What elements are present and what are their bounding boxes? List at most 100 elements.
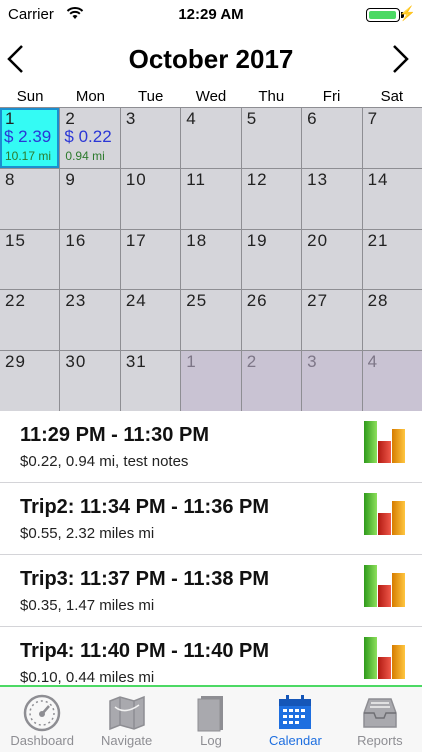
calendar-day[interactable]: 29 bbox=[0, 351, 60, 411]
tab-dashboard[interactable]: Dashboard bbox=[0, 687, 84, 752]
day-number: 1 bbox=[5, 109, 16, 128]
tab-label: Reports bbox=[357, 733, 403, 748]
tab-label: Log bbox=[200, 733, 222, 748]
calendar-day[interactable]: 18 bbox=[181, 229, 241, 290]
calendar-day[interactable]: 27 bbox=[302, 290, 362, 351]
weekday-label: Sat bbox=[380, 88, 404, 105]
calendar-day[interactable]: 15 bbox=[0, 229, 60, 290]
calendar-day[interactable]: 19 bbox=[241, 229, 302, 290]
calendar-day-selected[interactable]: 1 $ 2.39 10.17 mi bbox=[0, 108, 60, 168]
trip-title: Trip2: 11:34 PM - 11:36 PM bbox=[20, 496, 269, 518]
calendar-day[interactable]: 3 bbox=[302, 351, 362, 411]
trip-row[interactable]: Trip2: 11:34 PM - 11:36 PM $0.55, 2.32 mi… bbox=[0, 483, 422, 555]
day-number: 12 bbox=[246, 169, 268, 189]
calendar-day[interactable]: 21 bbox=[362, 229, 422, 290]
day-number: 4 bbox=[186, 109, 197, 128]
day-number: 18 bbox=[186, 230, 208, 250]
dashboard-gauge-icon bbox=[22, 693, 62, 738]
day-number: 9 bbox=[65, 169, 76, 189]
trip-title: 11:29 PM - 11:30 PM bbox=[20, 424, 209, 446]
bar-chart-icon bbox=[362, 563, 408, 609]
calendar-day[interactable]: 11 bbox=[181, 168, 241, 229]
calendar-day[interactable]: 8 bbox=[0, 168, 60, 229]
calendar-day[interactable]: 5 bbox=[241, 108, 302, 168]
weekday-label: Tue bbox=[138, 88, 164, 105]
calendar-day[interactable]: 10 bbox=[120, 168, 181, 229]
day-number: 26 bbox=[246, 291, 268, 311]
day-number: 10 bbox=[125, 169, 147, 189]
day-number: 27 bbox=[307, 291, 329, 311]
calendar-day[interactable]: 20 bbox=[302, 229, 362, 290]
calendar-day[interactable]: 1 bbox=[181, 351, 241, 411]
battery-icon bbox=[366, 8, 404, 22]
calendar-day[interactable]: 6 bbox=[302, 108, 362, 168]
day-number: 29 bbox=[5, 352, 26, 372]
calendar-day[interactable]: 2 $ 0.22 0.94 mi bbox=[60, 108, 120, 168]
calendar-day[interactable]: 4 bbox=[362, 351, 422, 411]
calendar-day[interactable]: 17 bbox=[120, 229, 181, 290]
bar-chart-icon bbox=[362, 491, 408, 537]
trip-details: $0.35, 1.47 miles mi bbox=[20, 597, 155, 614]
calendar-day[interactable]: 3 bbox=[120, 108, 181, 168]
day-number: 15 bbox=[5, 230, 26, 250]
day-number: 30 bbox=[65, 352, 87, 372]
day-number: 6 bbox=[307, 109, 318, 128]
trip-title: Trip4: 11:40 PM - 11:40 PM bbox=[20, 640, 269, 662]
day-number: 11 bbox=[186, 169, 206, 189]
day-number: 13 bbox=[307, 169, 329, 189]
calendar-day[interactable]: 7 bbox=[362, 108, 422, 168]
calendar-day[interactable]: 23 bbox=[60, 290, 120, 351]
day-number: 8 bbox=[5, 169, 16, 189]
calendar-day[interactable]: 31 bbox=[120, 351, 181, 411]
day-number: 20 bbox=[307, 230, 329, 250]
calendar-day[interactable]: 14 bbox=[362, 168, 422, 229]
day-number: 14 bbox=[367, 169, 389, 189]
tab-calendar[interactable]: Calendar bbox=[253, 687, 337, 752]
day-number: 7 bbox=[367, 109, 379, 128]
tab-label: Navigate bbox=[100, 733, 153, 748]
day-miles: 0.94 mi bbox=[65, 149, 105, 163]
chevron-right-icon bbox=[393, 45, 409, 73]
calendar-day[interactable]: 4 bbox=[181, 108, 241, 168]
tab-bar: Dashboard Navigate Log Calendar Reports bbox=[0, 685, 422, 752]
day-number: 28 bbox=[367, 291, 389, 311]
day-miles: 10.17 mi bbox=[5, 149, 52, 163]
day-number: 25 bbox=[186, 291, 208, 311]
calendar-day[interactable]: 13 bbox=[302, 168, 362, 229]
weekday-label: Fri bbox=[322, 88, 341, 105]
calendar-day[interactable]: 9 bbox=[60, 168, 120, 229]
weekday-label: Wed bbox=[195, 88, 227, 105]
day-number: 3 bbox=[125, 109, 137, 128]
day-number: 22 bbox=[5, 291, 26, 311]
calendar-grid: 1 $ 2.39 10.17 mi 2 $ 0.22 0.94 mi 3 4 5 6 7 8 9 10 11… bbox=[0, 107, 422, 411]
calendar-day[interactable]: 2 bbox=[241, 351, 302, 411]
calendar-icon bbox=[275, 693, 315, 738]
inbox-tray-icon bbox=[360, 693, 400, 738]
calendar-day[interactable]: 30 bbox=[60, 351, 120, 411]
tab-log[interactable]: Log bbox=[169, 687, 253, 752]
trip-list: 11:29 PM - 11:30 PM $0.22, 0.94 mi, test … bbox=[0, 411, 422, 685]
day-number: 5 bbox=[246, 109, 258, 128]
calendar-day[interactable]: 22 bbox=[0, 290, 60, 351]
trip-row[interactable]: 11:29 PM - 11:30 PM $0.22, 0.94 mi, test … bbox=[0, 411, 422, 483]
calendar-day[interactable]: 12 bbox=[241, 168, 302, 229]
calendar-day[interactable]: 28 bbox=[362, 290, 422, 351]
tab-navigate[interactable]: Navigate bbox=[84, 687, 168, 752]
charging-icon: ⚡ bbox=[398, 5, 416, 21]
trip-details: $0.10, 0.44 miles mi bbox=[20, 669, 155, 685]
weekday-label: Sun bbox=[16, 88, 44, 105]
month-header: October 2017 bbox=[0, 38, 422, 82]
day-amount: $ 2.39 bbox=[4, 127, 52, 146]
tab-reports[interactable]: Reports bbox=[338, 687, 422, 752]
calendar-day[interactable]: 24 bbox=[120, 290, 181, 351]
day-number: 23 bbox=[65, 291, 87, 311]
next-month-button[interactable] bbox=[388, 42, 418, 76]
day-number: 19 bbox=[246, 230, 268, 250]
trip-row[interactable]: Trip3: 11:37 PM - 11:38 PM $0.35, 1.47 mi… bbox=[0, 555, 422, 627]
trip-row[interactable]: Trip4: 11:40 PM - 11:40 PM $0.10, 0.44 mi… bbox=[0, 627, 422, 685]
tab-label: Dashboard bbox=[10, 733, 74, 748]
status-time: 12:29 AM bbox=[178, 6, 244, 23]
calendar-day[interactable]: 16 bbox=[60, 229, 120, 290]
calendar-day[interactable]: 26 bbox=[241, 290, 302, 351]
calendar-day[interactable]: 25 bbox=[181, 290, 241, 351]
